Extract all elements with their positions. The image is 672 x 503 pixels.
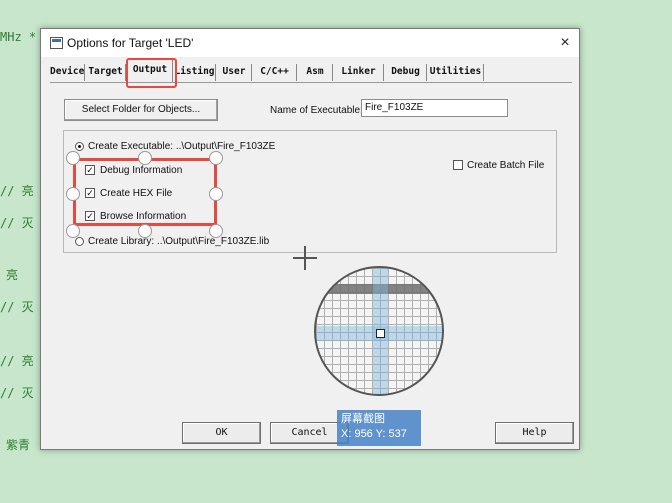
screenshot-coordinate-tooltip: 屏幕截图 X: 956 Y: 537: [337, 410, 421, 446]
code-line: 亮: [6, 268, 19, 282]
code-line: // 亮: [0, 184, 34, 198]
resize-handle[interactable]: [66, 187, 80, 201]
tab-listing[interactable]: Listing: [174, 64, 216, 81]
resize-handle[interactable]: [66, 224, 80, 238]
code-line: 紫青: [6, 438, 31, 452]
tab-debug[interactable]: Debug: [385, 64, 427, 81]
name-of-executable-label: Name of Executable:: [270, 105, 363, 116]
code-line: // 灭: [0, 300, 34, 314]
code-line: // 灭: [0, 216, 34, 230]
tab-user[interactable]: User: [217, 64, 252, 81]
tab-c-cpp[interactable]: C/C++: [253, 64, 297, 81]
resize-handle[interactable]: [66, 151, 80, 165]
create-executable-radio[interactable]: [75, 142, 84, 151]
options-dialog: Options for Target 'LED' × Device Target…: [40, 28, 580, 450]
tab-target[interactable]: Target: [86, 64, 126, 81]
executable-name-input[interactable]: Fire_F103ZE: [361, 99, 508, 117]
window-icon: [50, 37, 63, 49]
background-code-editor: MHz * // 亮 // 灭 亮 // 灭 // 亮 // 灭 紫青: [0, 0, 40, 503]
screenshot-tool-label: 屏幕截图: [341, 413, 385, 425]
tab-linker[interactable]: Linker: [334, 64, 384, 81]
output-tab-highlight: [126, 58, 177, 88]
resize-handle[interactable]: [209, 187, 223, 201]
cursor-coordinates: X: 956 Y: 537: [341, 428, 407, 440]
ok-button[interactable]: OK: [182, 422, 261, 444]
tab-asm[interactable]: Asm: [298, 64, 333, 81]
create-executable-label: Create Executable: ..\Output\Fire_F103ZE: [88, 141, 276, 152]
code-line: // 灭: [0, 386, 34, 400]
tab-utilities[interactable]: Utilities: [428, 64, 484, 81]
create-library-label: Create Library: ..\Output\Fire_F103ZE.li…: [88, 236, 270, 247]
create-library-radio[interactable]: [75, 237, 84, 246]
close-icon[interactable]: ×: [553, 32, 577, 54]
code-line: // 亮: [0, 354, 34, 368]
magnifier-center-pixel: [376, 329, 385, 338]
code-line: MHz *: [0, 30, 37, 44]
screenshot-magnifier: [314, 266, 444, 396]
resize-handle[interactable]: [138, 151, 152, 165]
annotation-selection-box: [73, 158, 217, 226]
dialog-title: Options for Target 'LED': [67, 36, 194, 50]
dialog-titlebar[interactable]: Options for Target 'LED' ×: [41, 29, 579, 57]
tab-device[interactable]: Device: [50, 64, 85, 81]
create-batch-file-label: Create Batch File: [467, 160, 545, 171]
select-folder-button[interactable]: Select Folder for Objects...: [64, 99, 218, 121]
create-batch-file-checkbox[interactable]: [453, 160, 463, 170]
resize-handle[interactable]: [209, 151, 223, 165]
crosshair-cursor-icon: [293, 246, 317, 270]
resize-handle[interactable]: [209, 224, 223, 238]
help-button[interactable]: Help: [495, 422, 574, 444]
resize-handle[interactable]: [138, 224, 152, 238]
